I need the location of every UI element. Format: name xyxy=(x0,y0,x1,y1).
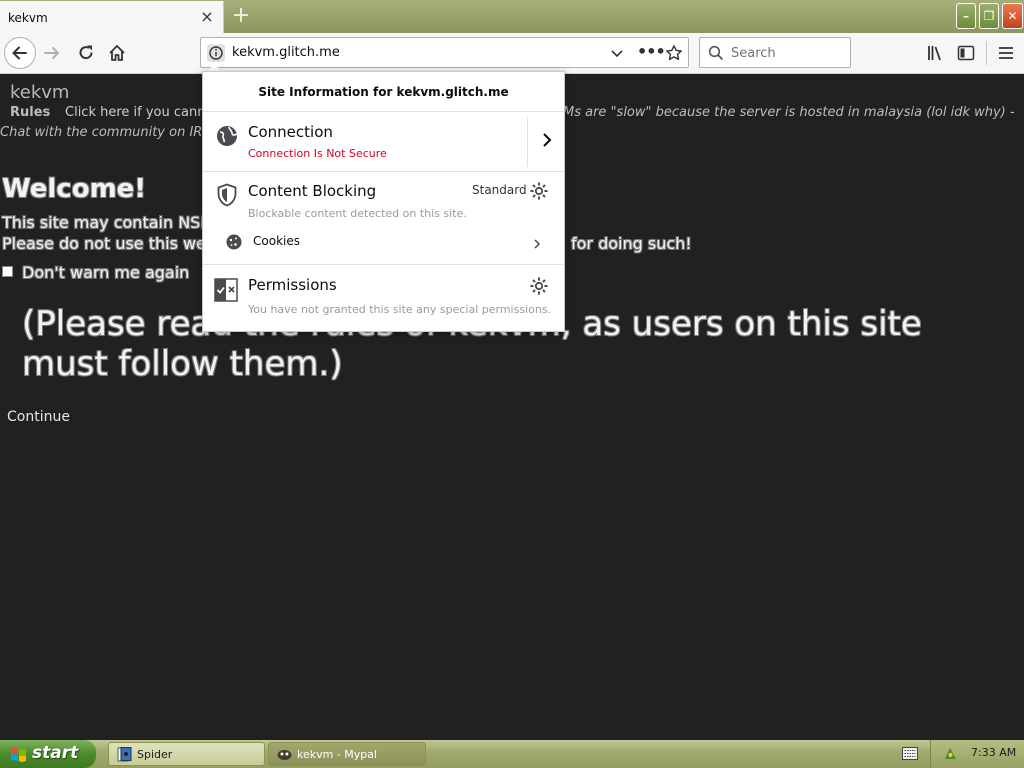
cookies-chevron-icon[interactable] xyxy=(531,235,543,254)
forward-arrow-icon xyxy=(44,47,60,59)
content-blocking-section: Content Blocking Standard Blockable cont… xyxy=(203,173,564,265)
taskbar-label-spider: Spider xyxy=(137,748,173,761)
hamburger-menu-icon[interactable] xyxy=(997,44,1015,62)
cookie-icon xyxy=(225,233,243,255)
title-bar: kekvm × + – ❐ ✕ xyxy=(0,0,1024,33)
spider-solitaire-icon xyxy=(117,747,132,762)
content-blocking-description: Blockable content detected on this site. xyxy=(248,207,467,220)
server-notice-text: Ms are "slow" because the server is host… xyxy=(563,105,1015,120)
nsfw-warning-line-2: Please do not use this we xyxy=(2,234,206,253)
new-tab-button[interactable]: + xyxy=(230,5,252,27)
permissions-gear-icon[interactable] xyxy=(529,276,549,300)
url-dropdown-chevron-icon[interactable] xyxy=(609,45,625,61)
reload-icon xyxy=(79,45,93,60)
back-arrow-icon xyxy=(12,46,27,60)
sidebar-toggle-icon[interactable] xyxy=(957,44,975,62)
home-icon xyxy=(109,45,125,61)
dont-warn-checkbox[interactable] xyxy=(2,266,13,277)
connection-more-chevron-icon[interactable] xyxy=(539,132,555,152)
taskbar-label-kekvm: kekvm - Mypal xyxy=(297,748,378,761)
keyboard-language-icon[interactable] xyxy=(902,747,918,760)
content-blocking-gear-icon[interactable] xyxy=(529,181,549,205)
site-information-popup: Site Information for kekvm.glitch.me Con… xyxy=(202,71,565,332)
welcome-heading: Welcome! xyxy=(2,174,147,204)
search-placeholder: Search xyxy=(731,46,776,61)
page-actions-menu-icon[interactable]: ••• xyxy=(637,42,666,62)
back-button[interactable] xyxy=(4,37,36,69)
nsfw-warning-line-2-end: for doing such! xyxy=(571,234,692,253)
connection-divider xyxy=(527,117,528,167)
globe-icon xyxy=(215,124,239,152)
connection-status: Connection Is Not Secure xyxy=(248,147,387,160)
connection-title: Connection xyxy=(248,123,333,141)
url-bar[interactable]: kekvm.glitch.me ••• xyxy=(200,37,689,68)
cookies-item[interactable]: Cookies xyxy=(253,234,300,248)
navigation-toolbar: kekvm.glitch.me ••• Search xyxy=(0,33,1024,74)
system-tray: 7:33 AM xyxy=(930,740,1024,768)
taskbar-button-spider[interactable]: Spider xyxy=(108,742,265,766)
content-blocking-mode: Standard xyxy=(472,183,527,197)
search-icon xyxy=(708,45,724,65)
irc-chat-link[interactable]: Chat with the community on IRC xyxy=(0,125,211,140)
site-info-icon[interactable] xyxy=(207,44,225,62)
windows-logo-icon xyxy=(11,747,26,762)
nsfw-warning-line-1: This site may contain NSF xyxy=(2,213,210,232)
clock[interactable]: 7:33 AM xyxy=(971,746,1016,759)
continue-link[interactable]: Continue xyxy=(7,409,70,425)
connection-section[interactable]: Connection Connection Is Not Secure xyxy=(203,113,564,172)
start-button[interactable]: start xyxy=(0,740,96,768)
minimize-button[interactable]: – xyxy=(956,3,976,29)
permissions-icon xyxy=(214,278,238,306)
permissions-title: Permissions xyxy=(248,276,337,294)
bookmark-star-icon[interactable] xyxy=(665,44,683,62)
taskbar-button-kekvm-mypal[interactable]: kekvm - Mypal xyxy=(268,742,426,766)
tab-kekvm[interactable]: kekvm × xyxy=(0,1,224,33)
site-name: kekvm xyxy=(10,82,70,103)
content-blocking-title: Content Blocking xyxy=(248,182,377,200)
popup-header: Site Information for kekvm.glitch.me xyxy=(203,72,564,112)
library-icon[interactable] xyxy=(926,44,944,62)
dont-warn-label[interactable]: Don't warn me again xyxy=(22,263,189,282)
tab-close-icon[interactable]: × xyxy=(198,8,216,26)
taskbar: start Spider kekvm - Mypal 7:33 AM xyxy=(0,740,1024,768)
mypal-icon xyxy=(277,750,292,760)
start-label: start xyxy=(32,743,79,763)
rules-link[interactable]: Rules xyxy=(10,105,50,120)
url-text[interactable]: kekvm.glitch.me xyxy=(232,45,340,60)
network-tray-icon[interactable] xyxy=(943,746,958,761)
toolbar-separator xyxy=(986,41,987,65)
shield-icon xyxy=(216,183,238,211)
search-bar[interactable]: Search xyxy=(699,37,851,68)
permissions-description: You have not granted this site any speci… xyxy=(248,303,552,316)
tab-title: kekvm xyxy=(8,11,48,25)
forward-button[interactable] xyxy=(42,43,62,63)
close-window-button[interactable]: ✕ xyxy=(1002,3,1023,29)
reload-button[interactable] xyxy=(76,43,96,63)
permissions-section: Permissions You have not granted this si… xyxy=(203,266,564,332)
restore-button[interactable]: ❐ xyxy=(979,3,999,29)
home-button[interactable] xyxy=(107,43,127,63)
